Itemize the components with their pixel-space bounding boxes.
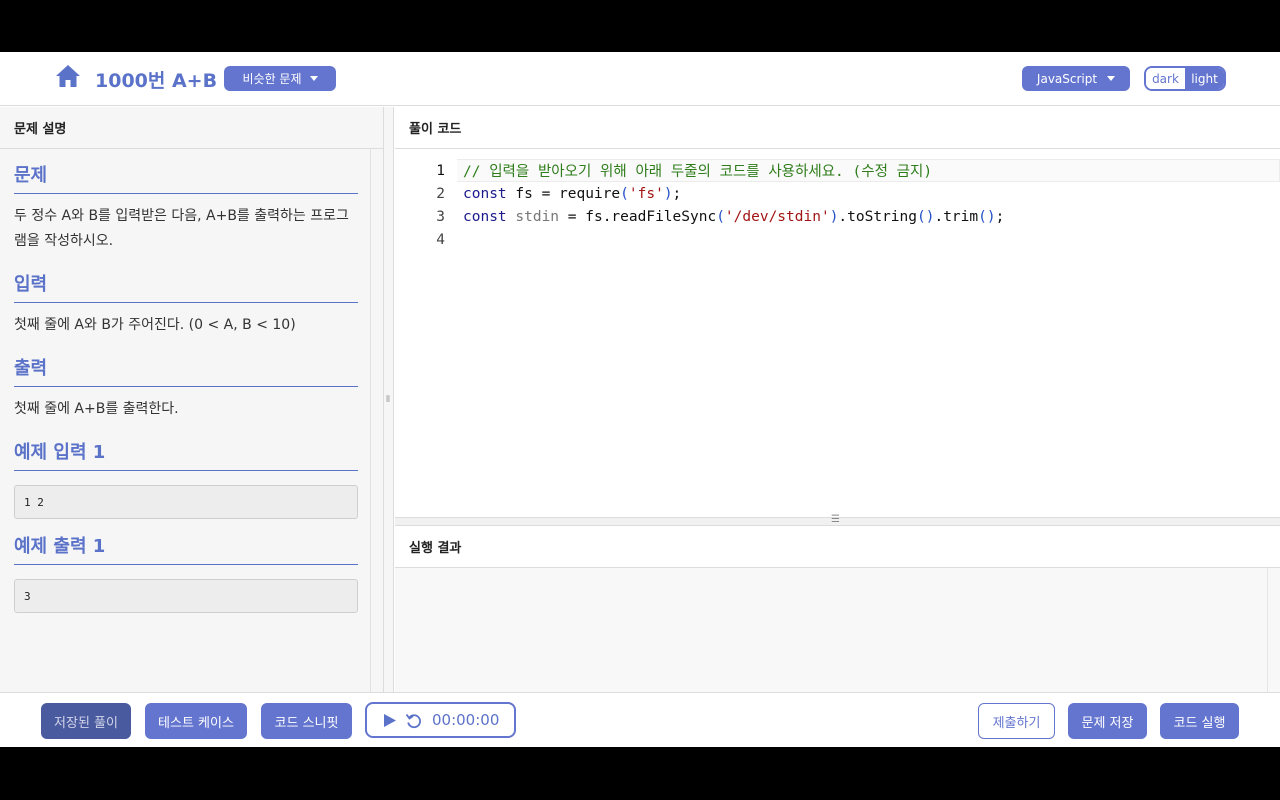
sample-output-section: 예제 출력 1 3 xyxy=(14,532,358,613)
panel-heading: 실행 결과 xyxy=(395,526,1280,568)
scrollbar[interactable] xyxy=(370,149,371,692)
code-paren: ( xyxy=(620,185,629,202)
code-line: 2 const fs = require('fs'); xyxy=(395,182,1280,205)
line-number: 3 xyxy=(436,208,445,225)
code-variable: stdin xyxy=(506,208,560,225)
saved-solutions-button[interactable]: 저장된 풀이 xyxy=(41,703,131,739)
save-problem-button[interactable]: 문제 저장 xyxy=(1068,703,1147,739)
section-text: 첫째 줄에 A와 B가 주어진다. (0 < A, B < 10) xyxy=(14,317,296,333)
reset-icon[interactable] xyxy=(405,712,422,729)
section-title: 예제 입력 1 xyxy=(14,438,358,471)
section-title: 출력 xyxy=(14,354,358,387)
bottom-toolbar: 저장된 풀이 테스트 케이스 코드 스니핏 00:00:00 제출하기 문제 저… xyxy=(0,692,1280,747)
code-paren: () xyxy=(978,208,996,225)
sample-output-box: 3 xyxy=(14,579,358,613)
section-text: 두 정수 A와 B를 입력받은 다음, A+B를 출력하는 프로그램을 작성하시… xyxy=(14,208,349,249)
section-title: 예제 출력 1 xyxy=(14,532,358,565)
code-text: const stdin = fs.readFileSync('/dev/stdi… xyxy=(463,209,1004,225)
code-comment: // 입력을 받아오기 위해 아래 두줄의 코드를 사용하세요. (수정 금지) xyxy=(463,164,933,180)
code-paren: () xyxy=(917,208,935,225)
vertical-resize-handle[interactable]: ⦀ xyxy=(384,107,394,692)
top-header: 1000번 A+B 비슷한 문제 JavaScript dark light xyxy=(0,52,1280,106)
similar-problems-dropdown[interactable]: 비슷한 문제 xyxy=(224,66,336,91)
code-text: const fs = require('fs'); xyxy=(463,186,681,202)
code-token: ; xyxy=(672,185,682,202)
scrollbar[interactable] xyxy=(1267,568,1268,692)
app-window: 1000번 A+B 비슷한 문제 JavaScript dark light 문… xyxy=(0,52,1280,747)
execution-result-panel: 실행 결과 xyxy=(395,526,1280,692)
theme-light-option[interactable]: light xyxy=(1185,68,1224,89)
code-function: require xyxy=(559,185,621,202)
timer-display: 00:00:00 xyxy=(432,711,500,729)
code-token: ; xyxy=(995,208,1005,225)
play-icon[interactable] xyxy=(383,713,397,728)
code-line: 3 const stdin = fs.readFileSync('/dev/st… xyxy=(395,205,1280,228)
output-section: 출력 첫째 줄에 A+B를 출력한다. xyxy=(14,354,358,422)
code-editor[interactable]: 1 // 입력을 받아오기 위해 아래 두줄의 코드를 사용하세요. (수정 금… xyxy=(395,149,1280,517)
run-code-button[interactable]: 코드 실행 xyxy=(1160,703,1239,739)
code-line: 4 xyxy=(395,228,1280,251)
caret-down-icon xyxy=(1107,76,1116,81)
code-token: = fs.readFileSync xyxy=(559,208,717,225)
panel-heading: 문제 설명 xyxy=(0,107,383,149)
code-editor-panel: 풀이 코드 1 // 입력을 받아오기 위해 아래 두줄의 코드를 사용하세요.… xyxy=(395,107,1280,517)
line-number: 4 xyxy=(436,231,445,248)
section-text: 첫째 줄에 A+B를 출력한다. xyxy=(14,401,179,417)
problem-title: 1000번 A+B xyxy=(95,70,218,92)
code-string: '/dev/stdin' xyxy=(724,208,830,225)
sample-input-section: 예제 입력 1 1 2 xyxy=(14,438,358,519)
line-number: 1 xyxy=(436,162,445,179)
code-token: .trim xyxy=(934,208,979,225)
language-label: JavaScript xyxy=(1036,71,1098,86)
horizontal-resize-handle[interactable]: ☰ xyxy=(395,514,1280,526)
similar-problems-label: 비슷한 문제 xyxy=(242,72,302,86)
code-token: .toString xyxy=(838,208,917,225)
input-section: 입력 첫째 줄에 A와 B가 주어진다. (0 < A, B < 10) xyxy=(14,270,358,338)
code-paren: ( xyxy=(716,208,725,225)
grip-icon: ⦀ xyxy=(386,395,390,405)
problem-section: 문제 두 정수 A와 B를 입력받은 다음, A+B를 출력하는 프로그램을 작… xyxy=(14,161,358,254)
theme-dark-option[interactable]: dark xyxy=(1146,68,1185,89)
code-string: 'fs' xyxy=(628,185,664,202)
description-scroll-area[interactable]: 문제 두 정수 A와 B를 입력받은 다음, A+B를 출력하는 프로그램을 작… xyxy=(0,149,384,692)
theme-toggle[interactable]: dark light xyxy=(1144,66,1226,91)
language-dropdown[interactable]: JavaScript xyxy=(1022,66,1130,91)
code-paren: ) xyxy=(663,185,673,202)
section-title: 문제 xyxy=(14,161,358,194)
result-output-area[interactable] xyxy=(395,568,1280,692)
code-line: 1 // 입력을 받아오기 위해 아래 두줄의 코드를 사용하세요. (수정 금… xyxy=(395,159,1280,182)
sample-input-box: 1 2 xyxy=(14,485,358,519)
line-number: 2 xyxy=(436,185,445,202)
timer-control: 00:00:00 xyxy=(365,702,516,738)
caret-down-icon xyxy=(309,76,318,81)
code-token: fs = xyxy=(506,185,560,202)
home-icon[interactable] xyxy=(55,64,81,88)
panel-heading: 풀이 코드 xyxy=(395,107,1280,149)
submit-button[interactable]: 제출하기 xyxy=(978,703,1055,739)
code-keyword: const xyxy=(463,185,507,202)
section-title: 입력 xyxy=(14,270,358,303)
grip-icon: ☰ xyxy=(831,514,840,525)
problem-description-panel: 문제 설명 문제 두 정수 A와 B를 입력받은 다음, A+B를 출력하는 프… xyxy=(0,107,384,692)
code-snippet-button[interactable]: 코드 스니핏 xyxy=(261,703,352,739)
code-keyword: const xyxy=(463,208,507,225)
test-cases-button[interactable]: 테스트 케이스 xyxy=(145,703,247,739)
